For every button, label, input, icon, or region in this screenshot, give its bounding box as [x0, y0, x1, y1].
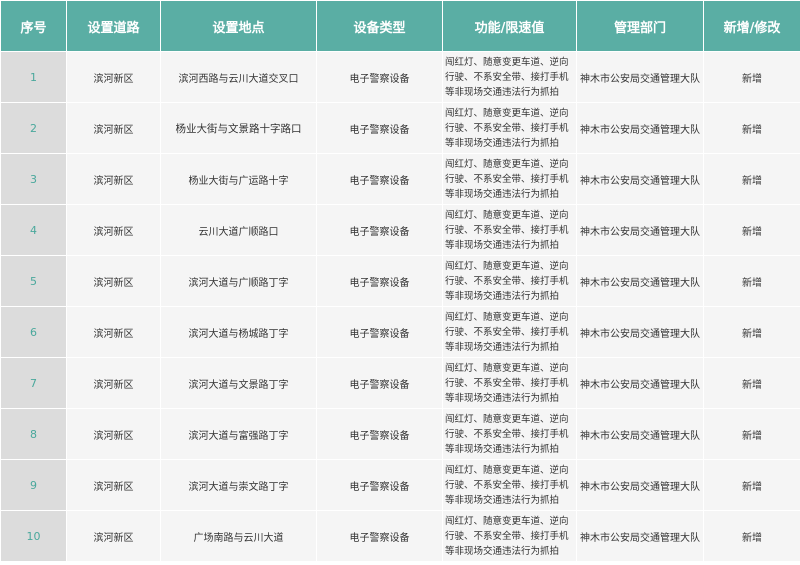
cell-device-type: 电子警察设备 [316, 357, 443, 409]
cell-department: 神木市公安局交通管理大队 [576, 459, 704, 511]
cell-location: 杨业大街与文景路十字路口 [160, 102, 317, 154]
cell-department: 神木市公安局交通管理大队 [576, 408, 704, 460]
cell-index: 6 [0, 306, 67, 358]
cell-function: 闯红灯、随意变更车道、逆向行驶、不系安全带、接打手机等非现场交通违法行为抓拍 [442, 51, 577, 103]
cell-index: 2 [0, 102, 67, 154]
table-row: 6 滨河新区 滨河大道与杨城路丁字 电子警察设备 闯红灯、随意变更车道、逆向行驶、不系安… [0, 306, 800, 358]
table-body: 1 滨河新区 滨河西路与云川大道交叉口 电子警察设备 闯红灯、随意变更车道、逆向行驶、不… [0, 51, 800, 562]
cell-location: 杨业大街与广运路十字 [160, 153, 317, 205]
cell-index: 5 [0, 255, 67, 307]
cell-function: 闯红灯、随意变更车道、逆向行驶、不系安全带、接打手机等非现场交通违法行为抓拍 [442, 204, 577, 256]
cell-road: 滨河新区 [66, 102, 161, 154]
cell-device-type: 电子警察设备 [316, 153, 443, 205]
header-road: 设置道路 [66, 0, 161, 52]
cell-status: 新增 [703, 510, 800, 562]
cell-device-type: 电子警察设备 [316, 459, 443, 511]
table-row: 9 滨河新区 滨河大道与崇文路丁字 电子警察设备 闯红灯、随意变更车道、逆向行驶、不系安… [0, 459, 800, 511]
cell-device-type: 电子警察设备 [316, 102, 443, 154]
cell-status: 新增 [703, 357, 800, 409]
table-row: 1 滨河新区 滨河西路与云川大道交叉口 电子警察设备 闯红灯、随意变更车道、逆向行驶、不… [0, 51, 800, 103]
camera-locations-table: 序号 设置道路 设置地点 设备类型 功能/限速值 管理部门 新增/修改 1 滨河新… [0, 0, 800, 562]
header-status: 新增/修改 [703, 0, 800, 52]
cell-index: 4 [0, 204, 67, 256]
cell-status: 新增 [703, 408, 800, 460]
cell-device-type: 电子警察设备 [316, 255, 443, 307]
table-header-row: 序号 设置道路 设置地点 设备类型 功能/限速值 管理部门 新增/修改 [0, 0, 800, 52]
cell-function: 闯红灯、随意变更车道、逆向行驶、不系安全带、接打手机等非现场交通违法行为抓拍 [442, 102, 577, 154]
cell-road: 滨河新区 [66, 153, 161, 205]
cell-road: 滨河新区 [66, 51, 161, 103]
cell-location: 云川大道广顺路口 [160, 204, 317, 256]
cell-function: 闯红灯、随意变更车道、逆向行驶、不系安全带、接打手机等非现场交通违法行为抓拍 [442, 510, 577, 562]
cell-status: 新增 [703, 153, 800, 205]
cell-location: 滨河大道与富强路丁字 [160, 408, 317, 460]
cell-device-type: 电子警察设备 [316, 408, 443, 460]
cell-department: 神木市公安局交通管理大队 [576, 102, 704, 154]
cell-location: 广场南路与云川大道 [160, 510, 317, 562]
table-row: 10 滨河新区 广场南路与云川大道 电子警察设备 闯红灯、随意变更车道、逆向行驶、不系安… [0, 510, 800, 562]
cell-status: 新增 [703, 102, 800, 154]
header-index: 序号 [0, 0, 67, 52]
cell-road: 滨河新区 [66, 408, 161, 460]
cell-department: 神木市公安局交通管理大队 [576, 204, 704, 256]
cell-location: 滨河大道与崇文路丁字 [160, 459, 317, 511]
table-row: 2 滨河新区 杨业大街与文景路十字路口 电子警察设备 闯红灯、随意变更车道、逆向行驶、不… [0, 102, 800, 154]
cell-location: 滨河大道与文景路丁字 [160, 357, 317, 409]
table-row: 3 滨河新区 杨业大街与广运路十字 电子警察设备 闯红灯、随意变更车道、逆向行驶、不系安… [0, 153, 800, 205]
cell-location: 滨河大道与广顺路丁字 [160, 255, 317, 307]
cell-status: 新增 [703, 204, 800, 256]
cell-function: 闯红灯、随意变更车道、逆向行驶、不系安全带、接打手机等非现场交通违法行为抓拍 [442, 357, 577, 409]
cell-department: 神木市公安局交通管理大队 [576, 306, 704, 358]
header-device-type: 设备类型 [316, 0, 443, 52]
cell-location: 滨河大道与杨城路丁字 [160, 306, 317, 358]
cell-road: 滨河新区 [66, 357, 161, 409]
cell-device-type: 电子警察设备 [316, 204, 443, 256]
cell-department: 神木市公安局交通管理大队 [576, 51, 704, 103]
table-row: 4 滨河新区 云川大道广顺路口 电子警察设备 闯红灯、随意变更车道、逆向行驶、不系安全带… [0, 204, 800, 256]
cell-location: 滨河西路与云川大道交叉口 [160, 51, 317, 103]
cell-road: 滨河新区 [66, 510, 161, 562]
cell-department: 神木市公安局交通管理大队 [576, 510, 704, 562]
cell-index: 1 [0, 51, 67, 103]
cell-status: 新增 [703, 306, 800, 358]
header-function: 功能/限速值 [442, 0, 577, 52]
cell-index: 8 [0, 408, 67, 460]
cell-road: 滨河新区 [66, 204, 161, 256]
cell-index: 10 [0, 510, 67, 562]
cell-department: 神木市公安局交通管理大队 [576, 357, 704, 409]
cell-road: 滨河新区 [66, 459, 161, 511]
cell-function: 闯红灯、随意变更车道、逆向行驶、不系安全带、接打手机等非现场交通违法行为抓拍 [442, 306, 577, 358]
cell-function: 闯红灯、随意变更车道、逆向行驶、不系安全带、接打手机等非现场交通违法行为抓拍 [442, 255, 577, 307]
cell-road: 滨河新区 [66, 306, 161, 358]
cell-function: 闯红灯、随意变更车道、逆向行驶、不系安全带、接打手机等非现场交通违法行为抓拍 [442, 459, 577, 511]
cell-function: 闯红灯、随意变更车道、逆向行驶、不系安全带、接打手机等非现场交通违法行为抓拍 [442, 408, 577, 460]
cell-road: 滨河新区 [66, 255, 161, 307]
cell-device-type: 电子警察设备 [316, 51, 443, 103]
cell-index: 9 [0, 459, 67, 511]
table-row: 5 滨河新区 滨河大道与广顺路丁字 电子警察设备 闯红灯、随意变更车道、逆向行驶、不系安… [0, 255, 800, 307]
table-row: 7 滨河新区 滨河大道与文景路丁字 电子警察设备 闯红灯、随意变更车道、逆向行驶、不系安… [0, 357, 800, 409]
cell-status: 新增 [703, 459, 800, 511]
header-department: 管理部门 [576, 0, 704, 52]
cell-index: 7 [0, 357, 67, 409]
cell-department: 神木市公安局交通管理大队 [576, 255, 704, 307]
cell-index: 3 [0, 153, 67, 205]
table-row: 8 滨河新区 滨河大道与富强路丁字 电子警察设备 闯红灯、随意变更车道、逆向行驶、不系安… [0, 408, 800, 460]
cell-status: 新增 [703, 51, 800, 103]
cell-device-type: 电子警察设备 [316, 510, 443, 562]
cell-department: 神木市公安局交通管理大队 [576, 153, 704, 205]
cell-function: 闯红灯、随意变更车道、逆向行驶、不系安全带、接打手机等非现场交通违法行为抓拍 [442, 153, 577, 205]
cell-status: 新增 [703, 255, 800, 307]
cell-device-type: 电子警察设备 [316, 306, 443, 358]
header-location: 设置地点 [160, 0, 317, 52]
